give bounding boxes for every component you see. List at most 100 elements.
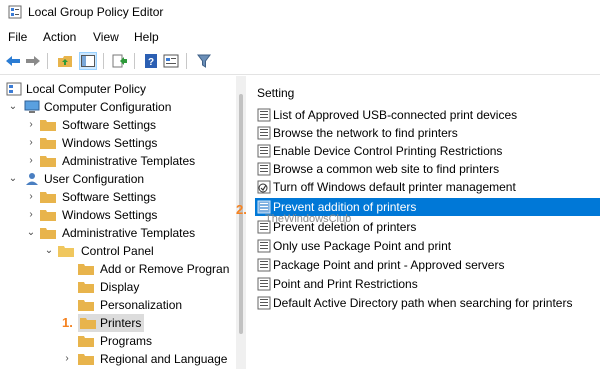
folder-icon (40, 228, 56, 239)
tree-label: Control Panel (81, 244, 154, 258)
policy-setting-icon (257, 126, 271, 140)
tree-scrollbar[interactable] (236, 76, 246, 369)
list-item-label: List of Approved USB-connected print dev… (273, 108, 518, 122)
menu-action[interactable]: Action (43, 30, 76, 44)
user-icon (26, 173, 38, 185)
tree-label: Regional and Language (100, 352, 228, 366)
chevron-down-icon[interactable]: ⌄ (44, 242, 54, 260)
show-hide-tree-icon[interactable] (79, 52, 97, 70)
folder-icon (40, 210, 56, 221)
step-1-annotation: 1. (62, 315, 73, 330)
list-item-label: Browse the network to find printers (273, 126, 458, 140)
tree-label: Computer Configuration (44, 100, 172, 114)
list-item-label: Turn off Windows default printer managem… (273, 180, 516, 194)
policy-setting-icon (257, 162, 271, 176)
tree-label: Add or Remove Progran (100, 262, 230, 276)
list-item-label: Default Active Directory path when searc… (273, 296, 573, 310)
folder-icon (78, 336, 94, 347)
tree-label: Software Settings (62, 118, 157, 132)
policy-setting-icon (257, 296, 271, 310)
tree-node-regional-language[interactable]: › Regional and Language (62, 350, 232, 368)
folder-icon (78, 300, 94, 311)
list-item[interactable]: Package Point and print - Approved serve… (255, 256, 600, 274)
step-2-annotation: 2. (236, 202, 247, 217)
menu-bar: File Action View Help (0, 26, 600, 48)
policy-setting-icon (257, 200, 271, 214)
folder-icon (78, 264, 94, 275)
filter-icon[interactable] (195, 52, 213, 70)
tree-label: Administrative Templates (62, 154, 196, 168)
tree-label: Display (100, 280, 140, 294)
policy-setting-icon (257, 108, 271, 122)
tree-node-uc-windows-settings[interactable]: › Windows Settings (26, 206, 231, 224)
window-title: Local Group Policy Editor (28, 5, 164, 19)
chevron-right-icon[interactable]: › (62, 350, 72, 368)
help-icon[interactable]: ? (142, 52, 160, 70)
properties-icon[interactable] (162, 52, 180, 70)
tree-node-cc-software-settings[interactable]: › Software Settings (26, 116, 231, 134)
tree-label: Windows Settings (62, 136, 158, 150)
export-list-icon[interactable] (111, 52, 129, 70)
tree-node-control-panel[interactable]: ⌄ Control Panel (44, 242, 231, 260)
list-item[interactable]: Point and Print Restrictions (255, 275, 600, 293)
list-item[interactable]: Browse a common web site to find printer… (255, 160, 600, 178)
column-header-setting[interactable]: Setting (257, 86, 294, 100)
tree-label: Windows Settings (62, 208, 158, 222)
chevron-down-icon[interactable]: ⌄ (26, 224, 36, 242)
policy-setting-icon (257, 144, 271, 158)
tree-label: Printers (100, 316, 142, 330)
tree-label: Administrative Templates (62, 226, 196, 240)
watermark: TheWindowsClub (265, 213, 352, 225)
back-arrow-icon[interactable] (4, 52, 22, 70)
chevron-right-icon[interactable]: › (26, 152, 36, 170)
policy-root-icon (6, 82, 22, 96)
tree-node-add-remove-programs[interactable]: Add or Remove Progran (62, 260, 232, 278)
computer-icon (24, 100, 40, 113)
folder-icon (40, 192, 56, 203)
tree-label: Personalization (100, 298, 183, 312)
list-item[interactable]: Browse the network to find printers (255, 124, 600, 142)
tree-pane: Local Computer Policy ⌄ Computer Configu… (0, 76, 236, 369)
tree-node-cc-administrative-templates[interactable]: › Administrative Templates (26, 152, 231, 170)
tree-node-display[interactable]: Display (62, 278, 232, 296)
chevron-right-icon[interactable]: › (26, 134, 36, 152)
forward-arrow-icon[interactable] (24, 52, 42, 70)
tree-node-printers[interactable]: Printers (78, 314, 144, 332)
list-item[interactable]: Default Active Directory path when searc… (255, 294, 600, 312)
list-item[interactable]: List of Approved USB-connected print dev… (255, 106, 600, 124)
menu-file[interactable]: File (8, 30, 27, 44)
tree-node-personalization[interactable]: Personalization (62, 296, 232, 314)
tree-node-root[interactable]: Local Computer Policy (6, 80, 231, 98)
list-item[interactable]: Enable Device Control Printing Restricti… (255, 142, 600, 160)
list-item-label: Browse a common web site to find printer… (273, 162, 500, 176)
group-policy-app-icon (8, 5, 22, 19)
toolbar: ? (0, 48, 600, 75)
folder-icon (40, 120, 56, 131)
tree-node-user-configuration[interactable]: ⌄ User Configuration (8, 170, 233, 188)
chevron-down-icon[interactable]: ⌄ (8, 98, 18, 116)
policy-setting-icon (257, 277, 271, 291)
list-item[interactable]: Only use Package Point and print (255, 237, 600, 255)
chevron-down-icon[interactable]: ⌄ (8, 170, 18, 188)
policy-setting-icon (257, 239, 271, 253)
list-item[interactable]: Turn off Windows default printer managem… (255, 178, 600, 196)
chevron-right-icon[interactable]: › (26, 188, 36, 206)
menu-help[interactable]: Help (134, 30, 159, 44)
tree-node-uc-software-settings[interactable]: › Software Settings (26, 188, 231, 206)
policy-setting-icon (257, 258, 271, 272)
tree-node-computer-configuration[interactable]: ⌄ Computer Configuration (8, 98, 233, 116)
tree-node-uc-administrative-templates[interactable]: ⌄ Administrative Templates (26, 224, 231, 242)
chevron-right-icon[interactable]: › (26, 206, 36, 224)
svg-text:?: ? (148, 57, 154, 68)
tree-node-cc-windows-settings[interactable]: › Windows Settings (26, 134, 231, 152)
tree-label: User Configuration (44, 172, 145, 186)
folder-open-icon (58, 246, 74, 257)
folder-icon (40, 156, 56, 167)
list-item-label: Point and Print Restrictions (273, 277, 418, 291)
tree-label: Programs (100, 334, 153, 348)
menu-view[interactable]: View (93, 30, 119, 44)
folder-up-icon[interactable] (56, 52, 74, 70)
title-bar: Local Group Policy Editor (0, 0, 600, 26)
chevron-right-icon[interactable]: › (26, 116, 36, 134)
tree-node-programs[interactable]: Programs (62, 332, 232, 350)
